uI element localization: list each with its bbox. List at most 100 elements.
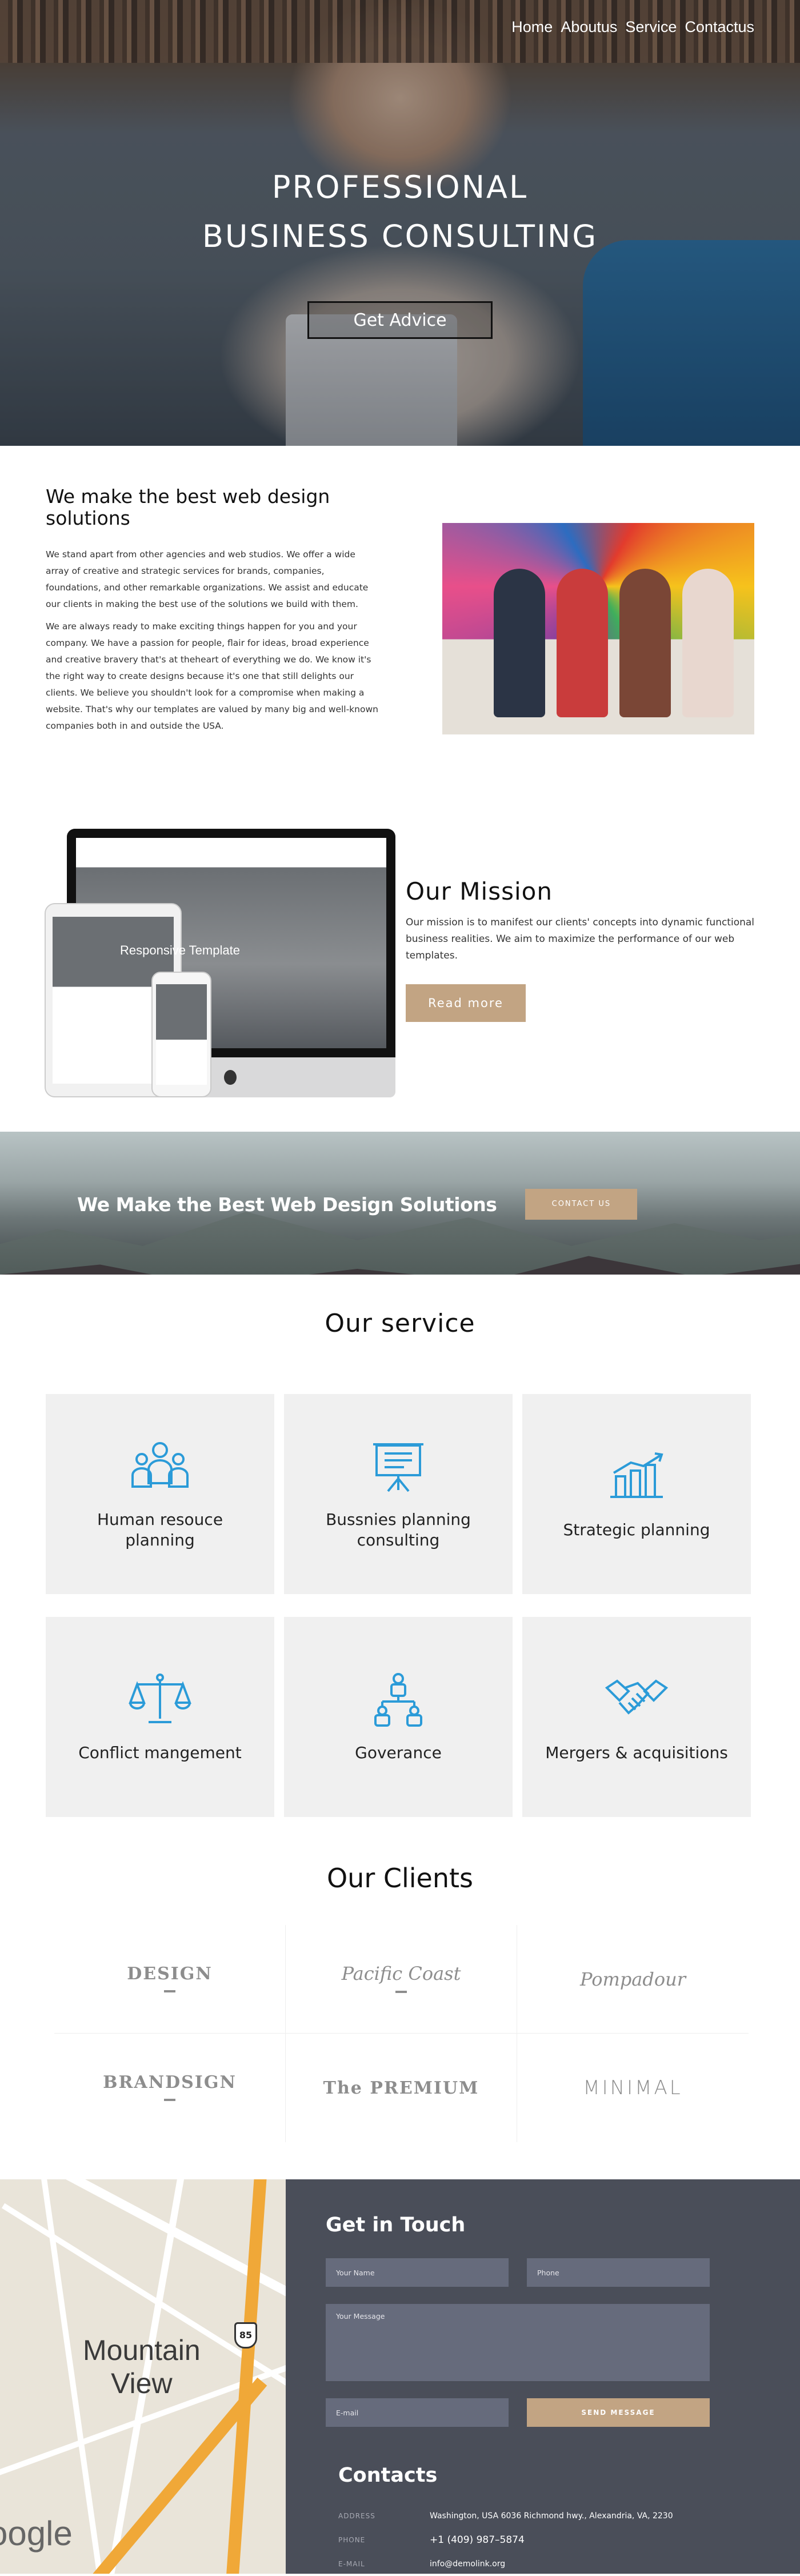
client-logo: MINIMAL bbox=[583, 2076, 682, 2099]
map-label-line1: Mountain bbox=[83, 2334, 201, 2366]
nav-aboutus[interactable]: Aboutus bbox=[561, 18, 617, 36]
nav-home[interactable]: Home bbox=[511, 18, 553, 36]
send-message-button[interactable]: SEND MESSAGE bbox=[527, 2398, 710, 2427]
about-paragraph-2: We are always ready to make exciting thi… bbox=[46, 621, 378, 731]
mission-section: Responsive Template Our Mission Our miss… bbox=[0, 789, 800, 1132]
contact-info: ADDRESS Washington, USA 6036 Richmond hw… bbox=[338, 2504, 760, 2576]
logo-band bbox=[164, 2099, 175, 2101]
client-logo: DESIGN bbox=[127, 1964, 213, 1995]
nav-contactus[interactable]: Contactus bbox=[685, 18, 754, 36]
google-watermark: oogle bbox=[0, 2514, 73, 2553]
handshake-icon bbox=[605, 1679, 669, 1715]
service-label: Human resouce planning bbox=[97, 1510, 223, 1549]
about-heading: We make the best web design solutions bbox=[46, 485, 330, 529]
main-nav: Home Aboutus Service Contactus bbox=[511, 18, 754, 36]
client-logo-text: DESIGN bbox=[127, 1963, 213, 1984]
mission-text: Our Mission Our mission is to manifest o… bbox=[406, 829, 771, 1132]
team-member-figure bbox=[682, 569, 734, 717]
address-label: ADDRESS bbox=[338, 2512, 375, 2520]
map-road bbox=[0, 2179, 286, 2303]
service-label: Bussnies planning consulting bbox=[326, 1510, 471, 1549]
map-city-label: Mountain View bbox=[83, 2334, 201, 2400]
banner-title: We Make the Best Web Design Solutions bbox=[77, 1193, 497, 1216]
about-section: We make the best web design solutions We… bbox=[0, 446, 800, 789]
service-card[interactable]: Mergers & acquisitions bbox=[522, 1617, 751, 1817]
phone-label: PHONE bbox=[338, 2536, 366, 2544]
get-in-touch-heading: Get in Touch bbox=[326, 2214, 466, 2236]
team-member-figure bbox=[557, 569, 609, 717]
scales-icon bbox=[129, 1674, 191, 1723]
cta-banner: We Make the Best Web Design Solutions CO… bbox=[0, 1132, 800, 1275]
client-logo-text: MINIMAL bbox=[583, 2076, 683, 2099]
client-logo-cell[interactable]: The PREMIUM bbox=[286, 2034, 517, 2142]
client-logo: The PREMIUM bbox=[323, 2078, 479, 2098]
banner-content: We Make the Best Web Design Solutions CO… bbox=[77, 1189, 638, 1220]
services-grid: Human resouce planning Bussnies planning… bbox=[46, 1394, 754, 1817]
about-paragraph-1: We stand apart from other agencies and w… bbox=[46, 549, 369, 609]
email-value[interactable]: info@demolink.org bbox=[430, 2559, 505, 2569]
email-label: E-MAIL bbox=[338, 2560, 365, 2568]
client-logo-text: The PREMIUM bbox=[323, 2078, 479, 2098]
mission-heading: Our Mission bbox=[406, 877, 553, 905]
get-advice-button[interactable]: Get Advice bbox=[307, 301, 493, 339]
service-label: Mergers & acquisitions bbox=[545, 1743, 728, 1762]
growth-chart-icon bbox=[610, 1452, 663, 1498]
service-card[interactable]: Conflict mangement bbox=[46, 1617, 274, 1817]
client-logo-cell[interactable]: Pompadour bbox=[517, 1925, 749, 2034]
client-logo: BRANDSIGN bbox=[103, 2072, 237, 2103]
clients-title: Our Clients bbox=[326, 1863, 474, 1894]
client-logo-cell[interactable]: MINIMAL bbox=[517, 2034, 749, 2142]
services-title: Our service bbox=[325, 1309, 475, 1338]
address-value: Washington, USA 6036 Richmond hwy., Alex… bbox=[430, 2511, 673, 2521]
nav-service[interactable]: Service bbox=[625, 18, 677, 36]
client-logos-grid: DESIGN Pacific Coast Pompadour BRANDSIGN… bbox=[54, 1925, 749, 2142]
name-input[interactable] bbox=[326, 2258, 509, 2287]
map-label-line2: View bbox=[111, 2367, 173, 2399]
contact-us-button[interactable]: CONTACT US bbox=[525, 1189, 638, 1220]
email-row: E-MAIL info@demolink.org bbox=[338, 2552, 760, 2576]
about-text: We make the best web design solutions We… bbox=[46, 486, 379, 789]
service-label: Goverance bbox=[355, 1743, 442, 1762]
contact-section: 85 Mountain View oogle Get in Touch SEND… bbox=[0, 2179, 800, 2574]
phone-mockup bbox=[151, 972, 211, 1097]
email-input[interactable] bbox=[326, 2398, 509, 2427]
services-section: Our service Human resouce planning Bussn… bbox=[0, 1275, 800, 1817]
hero-title-line1: PROFESSIONAL bbox=[271, 169, 529, 205]
client-logo-cell[interactable]: DESIGN bbox=[54, 1925, 286, 2034]
phone-value[interactable]: +1 (409) 987–5874 bbox=[430, 2534, 525, 2546]
responsive-devices-mockup: Responsive Template bbox=[0, 829, 406, 1103]
client-logo-cell[interactable]: Pacific Coast bbox=[286, 1925, 517, 2034]
contacts-heading: Contacts bbox=[338, 2464, 438, 2487]
contact-panel: Get in Touch SEND MESSAGE Contacts ADDRE… bbox=[286, 2179, 800, 2574]
service-card[interactable]: Goverance bbox=[284, 1617, 513, 1817]
hero-title-line2: BUSINESS CONSULTING bbox=[202, 218, 598, 254]
mission-paragraph: Our mission is to manifest our clients' … bbox=[406, 917, 755, 961]
message-input[interactable] bbox=[326, 2304, 710, 2381]
client-logo-text: Pacific Coast bbox=[341, 1963, 461, 1984]
mockup-title: Responsive Template bbox=[120, 943, 240, 957]
client-logo-text: Pompadour bbox=[579, 1968, 686, 1990]
team-member-figure bbox=[619, 569, 671, 717]
service-card[interactable]: Human resouce planning bbox=[46, 1394, 274, 1594]
contact-form: SEND MESSAGE bbox=[326, 2258, 760, 2427]
presentation-board-icon bbox=[373, 1443, 423, 1492]
team-member-figure bbox=[494, 569, 546, 717]
read-more-button[interactable]: Read more bbox=[406, 984, 526, 1022]
client-logo-text: BRANDSIGN bbox=[103, 2072, 237, 2092]
clients-section: Our Clients DESIGN Pacific Coast Pompado… bbox=[0, 1817, 800, 2142]
service-label: Conflict mangement bbox=[78, 1743, 242, 1762]
client-logo-cell[interactable]: BRANDSIGN bbox=[54, 2034, 286, 2142]
hero-section: Home Aboutus Service Contactus PROFESSIO… bbox=[0, 0, 800, 446]
logo-band bbox=[164, 1990, 175, 1992]
service-card[interactable]: Bussnies planning consulting bbox=[284, 1394, 513, 1594]
phone-input[interactable] bbox=[527, 2258, 710, 2287]
phone-row: PHONE +1 (409) 987–5874 bbox=[338, 2528, 760, 2552]
highway-shield: 85 bbox=[234, 2322, 257, 2349]
service-card[interactable]: Strategic planning bbox=[522, 1394, 751, 1594]
team-icon bbox=[131, 1442, 189, 1488]
service-label: Strategic planning bbox=[563, 1520, 710, 1539]
map[interactable]: 85 Mountain View oogle bbox=[0, 2179, 286, 2574]
logo-band bbox=[395, 1991, 407, 1993]
client-logo: Pompadour bbox=[580, 1968, 686, 1990]
hero-content: PROFESSIONAL BUSINESS CONSULTING Get Adv… bbox=[0, 163, 800, 339]
